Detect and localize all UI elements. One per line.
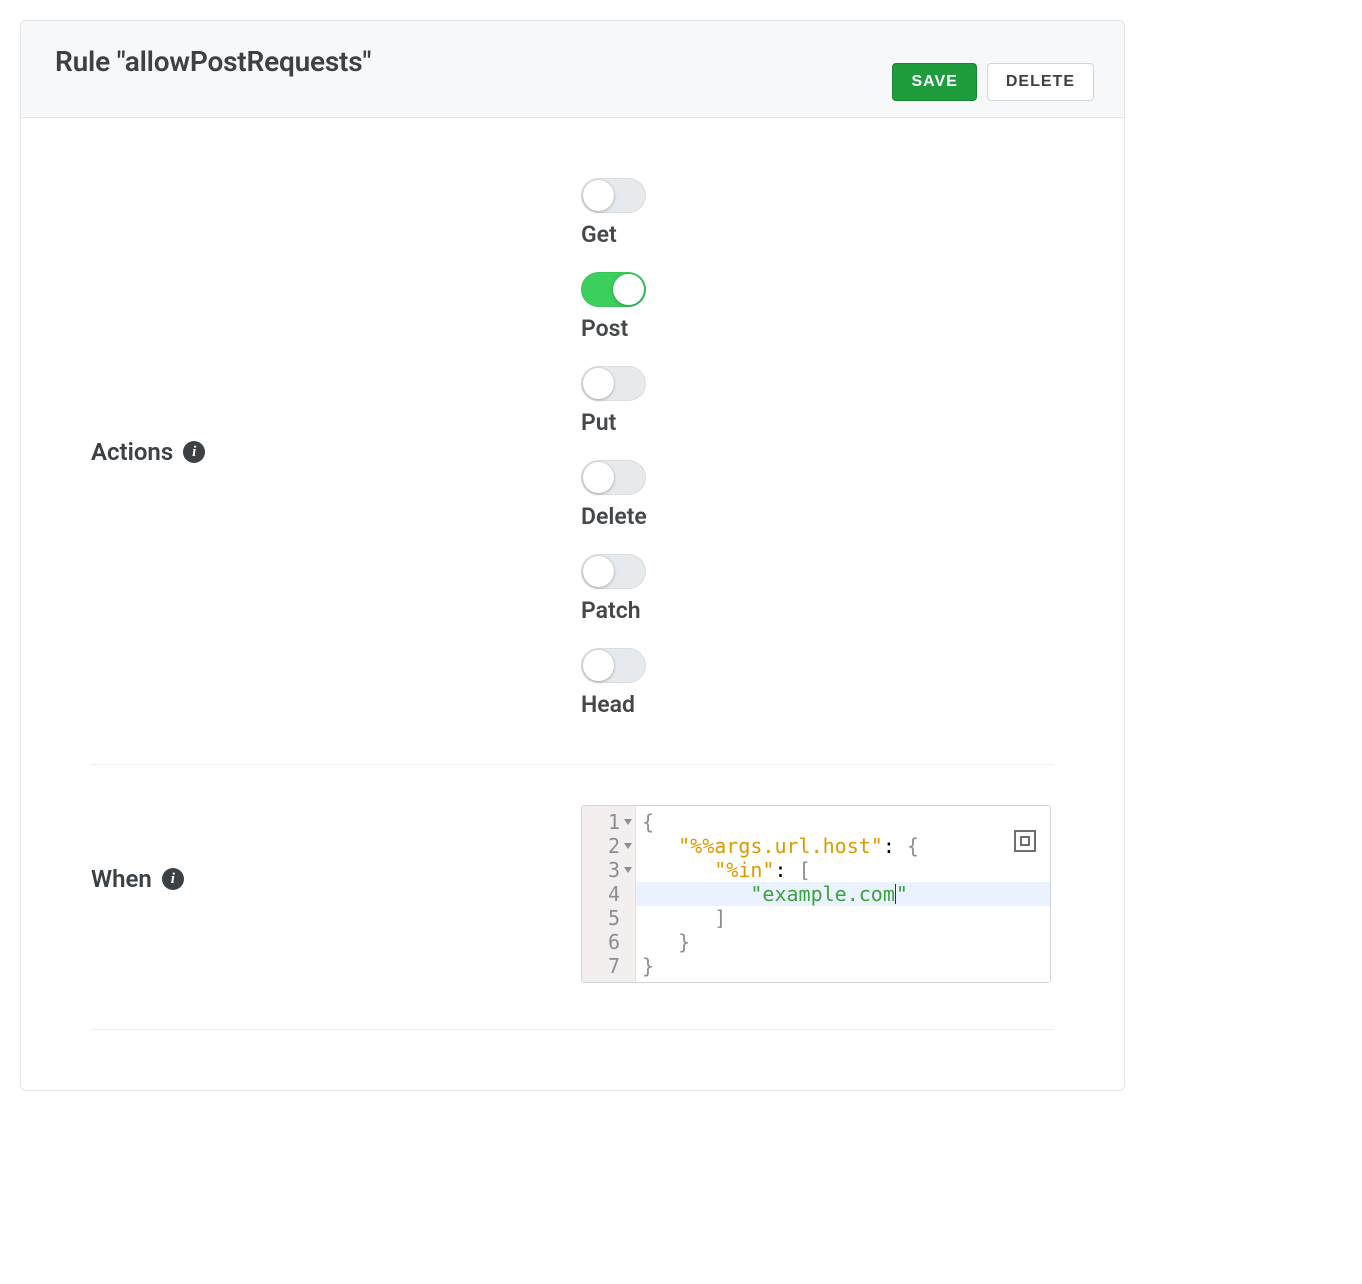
panel-header: Rule "allowPostRequests" SAVE DELETE [21, 21, 1124, 118]
toggle-get[interactable] [581, 178, 646, 213]
rule-panel: Rule "allowPostRequests" SAVE DELETE Act… [20, 20, 1125, 1091]
fold-icon[interactable] [623, 841, 633, 851]
toggle-label: Get [581, 221, 647, 248]
toggle-label: Delete [581, 503, 647, 530]
toggle-patch[interactable] [581, 554, 646, 589]
gutter-line: 3 [590, 858, 633, 882]
toggle-head[interactable] [581, 648, 646, 683]
code-line[interactable]: "example.com" [636, 882, 1050, 906]
toggle-group-get: Get [581, 178, 647, 248]
code-line[interactable]: } [636, 930, 1050, 954]
toggle-group-patch: Patch [581, 554, 647, 624]
gutter-line: 5 [590, 906, 633, 930]
panel-title: Rule "allowPostRequests" [55, 45, 371, 78]
actions-label-col: Actions i [91, 178, 581, 466]
panel-actions: SAVE DELETE [892, 63, 1094, 101]
fold-icon [623, 889, 633, 899]
info-icon[interactable]: i [183, 441, 205, 463]
gutter-line: 7 [590, 954, 633, 978]
code-content[interactable]: { "%%args.url.host": { "%in": [ "example… [636, 806, 1050, 982]
code-line[interactable]: { [636, 810, 1050, 834]
fullscreen-icon [1012, 828, 1038, 854]
toggle-delete[interactable] [581, 460, 646, 495]
toggle-label: Patch [581, 597, 647, 624]
toggle-post[interactable] [581, 272, 646, 307]
when-code-editor[interactable]: 1234567 { "%%args.url.host": { "%in": [ … [581, 805, 1051, 983]
code-gutter: 1234567 [582, 806, 636, 982]
gutter-line: 6 [590, 930, 633, 954]
toggle-group-put: Put [581, 366, 647, 436]
code-line[interactable]: } [636, 954, 1050, 978]
code-line[interactable]: "%in": [ [636, 858, 1050, 882]
gutter-line: 4 [590, 882, 633, 906]
save-button[interactable]: SAVE [892, 63, 976, 101]
toggle-group-post: Post [581, 272, 647, 342]
code-line[interactable]: "%%args.url.host": { [636, 834, 1050, 858]
panel-body: Actions i Get Post Put Delete Patch Head When… [21, 118, 1124, 1090]
fold-icon[interactable] [623, 817, 633, 827]
toggle-label: Put [581, 409, 647, 436]
toggle-label: Post [581, 315, 647, 342]
toggle-label: Head [581, 691, 647, 718]
gutter-line: 1 [590, 810, 633, 834]
toggle-group-head: Head [581, 648, 647, 718]
toggle-group-delete: Delete [581, 460, 647, 530]
info-icon[interactable]: i [162, 868, 184, 890]
gutter-line: 2 [590, 834, 633, 858]
fold-icon [623, 913, 633, 923]
fold-icon[interactable] [623, 865, 633, 875]
when-label-col: When i [91, 805, 581, 893]
actions-toggles: Get Post Put Delete Patch Head [581, 178, 647, 718]
delete-button[interactable]: DELETE [987, 63, 1094, 101]
fold-icon [623, 961, 633, 971]
when-label: When [91, 865, 152, 893]
actions-row: Actions i Get Post Put Delete Patch Head [91, 178, 1054, 765]
toggle-put[interactable] [581, 366, 646, 401]
fullscreen-button[interactable] [1012, 828, 1038, 854]
fold-icon [623, 937, 633, 947]
when-row: When i 1234567 { "%%args.url.host": { "%… [91, 805, 1054, 1030]
actions-label: Actions [91, 438, 173, 466]
code-line[interactable]: ] [636, 906, 1050, 930]
